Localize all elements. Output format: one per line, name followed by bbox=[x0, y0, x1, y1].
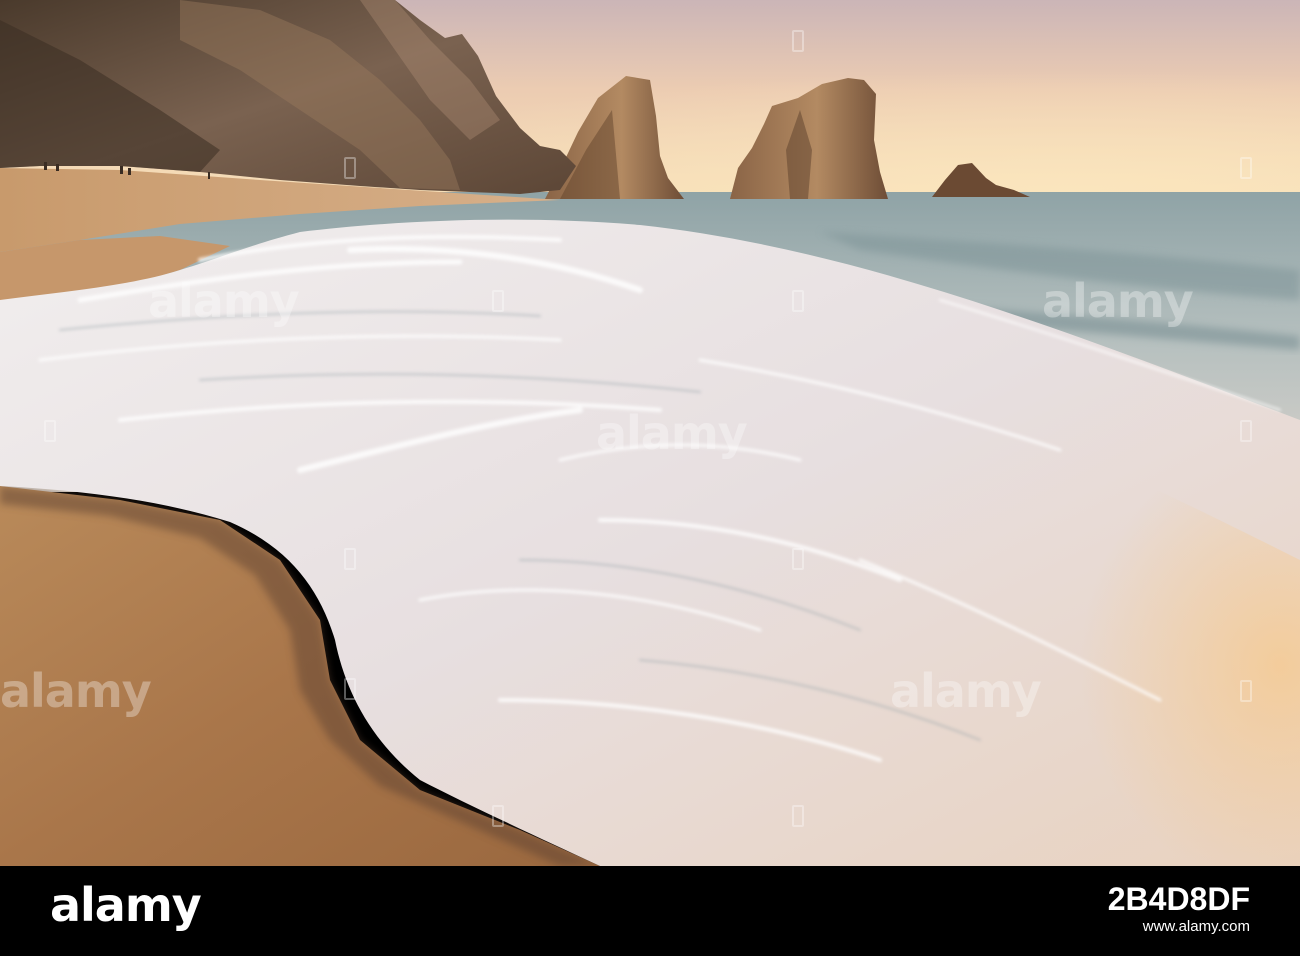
watermark-mark bbox=[344, 157, 356, 179]
watermark-mark bbox=[344, 548, 356, 570]
watermark-mark bbox=[44, 420, 56, 442]
footer-info: 2B4D8DF www.alamy.com bbox=[1108, 882, 1250, 938]
watermark-mark bbox=[792, 548, 804, 570]
alamy-logo: alamy bbox=[50, 878, 202, 932]
watermark-mark bbox=[492, 805, 504, 827]
watermark-mark bbox=[344, 678, 356, 700]
watermark-text: alamy bbox=[1042, 274, 1194, 328]
watermark-mark bbox=[792, 290, 804, 312]
watermark-mark bbox=[792, 30, 804, 52]
site-url: www.alamy.com bbox=[1142, 918, 1250, 935]
watermark-mark bbox=[1240, 420, 1252, 442]
image-id: 2B4D8DF bbox=[1107, 881, 1250, 917]
watermark-text: alamy bbox=[0, 664, 152, 718]
watermark-mark bbox=[792, 805, 804, 827]
watermark-text: alamy bbox=[596, 406, 748, 460]
watermark-mark bbox=[492, 290, 504, 312]
beach-photo: alamy alamy alamy alamy alamy bbox=[0, 0, 1300, 866]
watermark-mark bbox=[1240, 157, 1252, 179]
watermark-text: alamy bbox=[148, 274, 300, 328]
watermark-text: alamy bbox=[890, 664, 1042, 718]
watermark-mark bbox=[1240, 680, 1252, 702]
footer-banner: alamy 2B4D8DF www.alamy.com bbox=[0, 866, 1300, 956]
